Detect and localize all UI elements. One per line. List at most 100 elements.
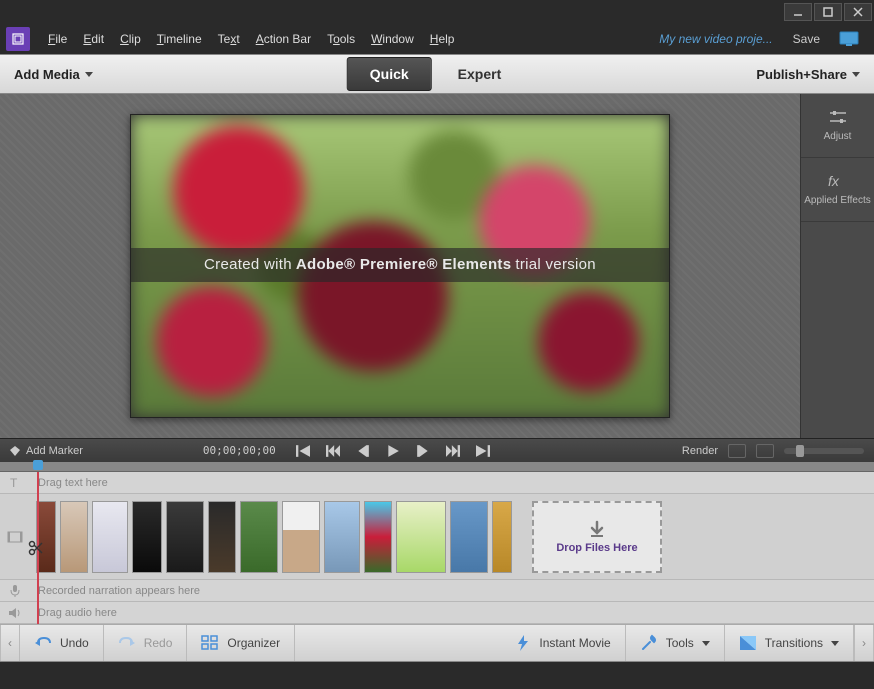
text-track-placeholder: Drag text here — [30, 473, 874, 493]
caret-down-icon — [702, 641, 710, 646]
go-to-start-button[interactable] — [296, 444, 310, 458]
menu-timeline[interactable]: Timeline — [149, 28, 210, 50]
transitions-button[interactable]: Transitions — [725, 625, 854, 661]
text-track[interactable]: T Drag text here — [0, 472, 874, 494]
menu-file[interactable]: File — [40, 28, 75, 50]
applied-effects-label: Applied Effects — [804, 195, 871, 207]
wrench-icon — [640, 634, 658, 652]
maximize-button[interactable] — [814, 3, 842, 21]
undo-button[interactable]: Undo — [20, 625, 104, 661]
scissors-icon[interactable] — [28, 540, 44, 556]
fullscreen-icon[interactable] — [838, 30, 860, 48]
menu-action-bar[interactable]: Action Bar — [248, 28, 319, 50]
adjust-button[interactable]: Adjust — [801, 94, 874, 158]
menu-edit[interactable]: Edit — [75, 28, 112, 50]
preview-frame[interactable]: Created with Adobe® Premiere® Elements t… — [130, 114, 670, 418]
project-name[interactable]: My new video proje... — [649, 32, 782, 46]
menu-window[interactable]: Window — [363, 28, 422, 50]
side-panel: Adjust fx Applied Effects — [800, 94, 874, 438]
grid-icon — [201, 635, 219, 651]
clip-thumb[interactable] — [396, 501, 446, 573]
watermark-prefix: Created with — [204, 256, 292, 273]
instant-movie-button[interactable]: Instant Movie — [501, 625, 625, 661]
tools-button[interactable]: Tools — [626, 625, 725, 661]
next-clip-button[interactable] — [446, 444, 460, 458]
render-button[interactable]: Render — [682, 445, 718, 457]
transitions-icon — [739, 635, 757, 651]
caret-down-icon — [852, 72, 860, 77]
text-track-icon: T — [0, 476, 30, 490]
marker-icon — [10, 446, 20, 456]
drop-files-zone[interactable]: Drop Files Here — [532, 501, 662, 573]
clip-thumb[interactable] — [132, 501, 162, 573]
close-button[interactable] — [844, 3, 872, 21]
video-track[interactable]: Drop Files Here — [0, 494, 874, 580]
clip-thumb[interactable] — [324, 501, 360, 573]
narration-placeholder: Recorded narration appears here — [30, 581, 874, 601]
timecode: 00;00;00;00 — [203, 444, 276, 457]
timeline-ruler[interactable] — [0, 462, 874, 472]
next-frame-button[interactable] — [416, 444, 430, 458]
watermark-brand: Adobe® Premiere® Elements — [296, 256, 512, 273]
clip-thumb[interactable] — [450, 501, 488, 573]
undo-label: Undo — [60, 636, 89, 650]
download-arrow-icon — [588, 520, 606, 538]
watermark-suffix: trial version — [515, 256, 596, 273]
menubar: File Edit Clip Timeline Text Action Bar … — [0, 24, 874, 54]
tab-expert[interactable]: Expert — [432, 54, 528, 94]
clip-thumb[interactable] — [208, 501, 236, 573]
svg-text:fx: fx — [828, 173, 840, 189]
menu-help[interactable]: Help — [422, 28, 463, 50]
menu-text[interactable]: Text — [210, 28, 248, 50]
play-button[interactable] — [386, 444, 400, 458]
zoom-slider[interactable] — [784, 448, 864, 454]
menu-clip[interactable]: Clip — [112, 28, 149, 50]
adjust-label: Adjust — [824, 131, 852, 142]
sliders-icon — [828, 109, 848, 125]
narration-track[interactable]: Recorded narration appears here — [0, 580, 874, 602]
prev-clip-button[interactable] — [326, 444, 340, 458]
menu-tools[interactable]: Tools — [319, 28, 363, 50]
clip-thumb[interactable] — [60, 501, 88, 573]
clip-thumb[interactable] — [92, 501, 128, 573]
scroll-right-button[interactable]: › — [854, 625, 874, 661]
bottombar: ‹ Undo Redo Organizer Instant Movie Tool… — [0, 624, 874, 662]
minimize-button[interactable] — [784, 3, 812, 21]
app-icon[interactable] — [6, 27, 30, 51]
preview-center: Created with Adobe® Premiere® Elements t… — [0, 94, 800, 438]
fit-screen-button[interactable] — [728, 444, 746, 458]
clip-thumb[interactable] — [240, 501, 278, 573]
go-to-end-button[interactable] — [476, 444, 490, 458]
watermark: Created with Adobe® Premiere® Elements t… — [131, 248, 669, 282]
organizer-button[interactable]: Organizer — [187, 625, 295, 661]
audio-track[interactable]: Drag audio here — [0, 602, 874, 624]
organizer-label: Organizer — [227, 636, 280, 650]
redo-icon — [118, 635, 136, 651]
applied-effects-button[interactable]: fx Applied Effects — [801, 158, 874, 222]
clip-thumb[interactable] — [166, 501, 204, 573]
add-marker-button[interactable]: Add Marker — [26, 445, 83, 457]
svg-text:T: T — [10, 476, 18, 490]
undo-icon — [34, 635, 52, 651]
transitions-label: Transitions — [765, 636, 823, 650]
save-button[interactable]: Save — [783, 32, 830, 46]
playhead[interactable] — [33, 460, 43, 470]
zoom-thumb[interactable] — [796, 445, 804, 457]
publish-share-button[interactable]: Publish+Share — [742, 67, 874, 82]
clip-thumb[interactable] — [492, 501, 512, 573]
caret-down-icon — [831, 641, 839, 646]
drop-files-label: Drop Files Here — [556, 542, 637, 554]
safe-margin-button[interactable] — [756, 444, 774, 458]
tab-quick[interactable]: Quick — [347, 57, 432, 91]
redo-button[interactable]: Redo — [104, 625, 188, 661]
clip-thumb[interactable] — [364, 501, 392, 573]
scroll-left-button[interactable]: ‹ — [0, 625, 20, 661]
prev-frame-button[interactable] — [356, 444, 370, 458]
add-media-button[interactable]: Add Media — [0, 67, 107, 82]
lightning-icon — [515, 634, 531, 652]
clip-thumb[interactable] — [282, 501, 320, 573]
audio-placeholder: Drag audio here — [30, 603, 874, 623]
fx-icon: fx — [827, 173, 849, 189]
video-track-icon — [0, 530, 30, 544]
clip-thumb[interactable] — [36, 501, 56, 573]
